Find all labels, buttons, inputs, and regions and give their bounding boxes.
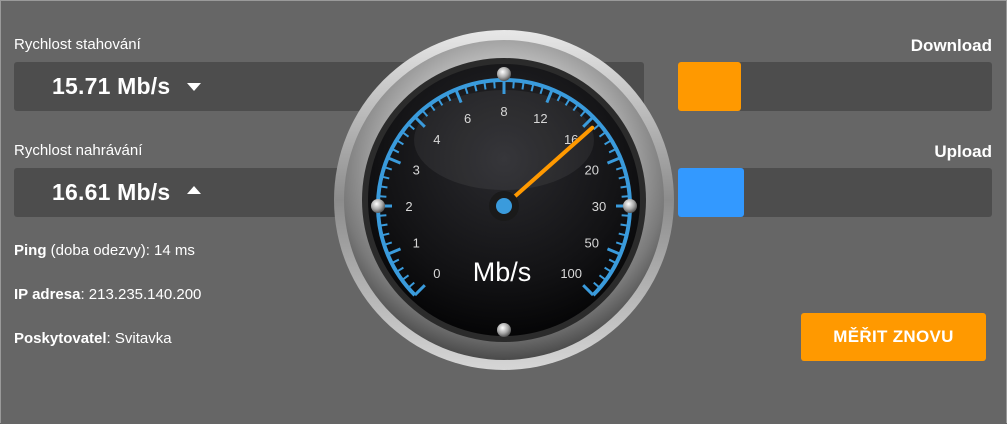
gauge-tick-label: 50	[585, 235, 599, 250]
speedtest-panel: Rychlost stahování 15.71 Mb/s Rychlost n…	[0, 0, 1007, 424]
gauge-minor-tick	[379, 185, 388, 189]
upload-progress-fill	[678, 168, 744, 217]
gauge-minor-tick	[621, 214, 630, 217]
upload-speed-label: Rychlost nahrávání	[14, 142, 143, 159]
gauge-minor-tick	[620, 223, 629, 227]
gauge-tick-label: 1	[413, 235, 420, 250]
gauge-minor-tick	[493, 80, 496, 89]
gauge-unit-label: Mb/s	[473, 257, 532, 287]
measure-again-button[interactable]: MĚŘIT ZNOVU	[801, 313, 986, 361]
upload-speed-value: 16.61 Mb/s	[52, 179, 171, 205]
provider-value: : Svitavka	[106, 330, 172, 347]
speedometer-gauge: 012346 8 1216203050100 Mb/s	[334, 30, 674, 370]
download-speed-value: 15.71 Mb/s	[52, 73, 171, 99]
arrow-down-icon	[187, 83, 201, 91]
gauge-minor-tick	[521, 81, 525, 90]
gauge-tick-label: 12	[533, 111, 547, 126]
gauge-tick-label: 20	[585, 163, 599, 178]
gauge-hub-center	[496, 198, 512, 214]
gauge-tick-label: 30	[592, 199, 606, 214]
upload-progress-bar	[678, 168, 992, 217]
provider-label: Poskytovatel	[14, 330, 107, 347]
upload-bar-title: Upload	[934, 142, 992, 161]
gauge-tick-label: 4	[433, 132, 440, 147]
screw-icon	[623, 199, 637, 213]
gauge-tick-label: 100	[560, 266, 582, 281]
download-bar-title: Download	[910, 36, 992, 55]
gauge-minor-tick	[621, 195, 630, 198]
gauge-tick-label: 0	[433, 266, 440, 281]
provider-info: Poskytovatel: Svitavka	[14, 330, 172, 347]
gauge-minor-tick	[512, 80, 515, 89]
arrow-up-icon	[187, 186, 201, 194]
gauge-minor-tick	[378, 214, 387, 217]
ip-value: : 213.235.140.200	[80, 286, 202, 303]
gauge-tick-label: 8	[500, 104, 507, 119]
download-progress-fill	[678, 62, 741, 111]
gauge-tick-label: 6	[464, 111, 471, 126]
ping-info: Ping (doba odezvy): 14 ms	[14, 242, 195, 259]
gauge-tick-label: 2	[405, 199, 412, 214]
download-progress-bar	[678, 62, 992, 111]
gauge-minor-tick	[620, 185, 629, 189]
ping-label: Ping	[14, 242, 47, 259]
gauge-tick-label: 3	[413, 163, 420, 178]
ip-info: IP adresa: 213.235.140.200	[14, 286, 201, 303]
ip-label: IP adresa	[14, 286, 81, 303]
screw-icon	[497, 323, 511, 337]
screw-icon	[497, 67, 511, 81]
ping-value: (doba odezvy): 14 ms	[46, 242, 195, 259]
gauge-minor-tick	[378, 195, 387, 198]
gauge-minor-tick	[483, 81, 487, 90]
gauge-minor-tick	[379, 223, 388, 227]
screw-icon	[371, 199, 385, 213]
download-speed-label: Rychlost stahování	[14, 36, 141, 53]
